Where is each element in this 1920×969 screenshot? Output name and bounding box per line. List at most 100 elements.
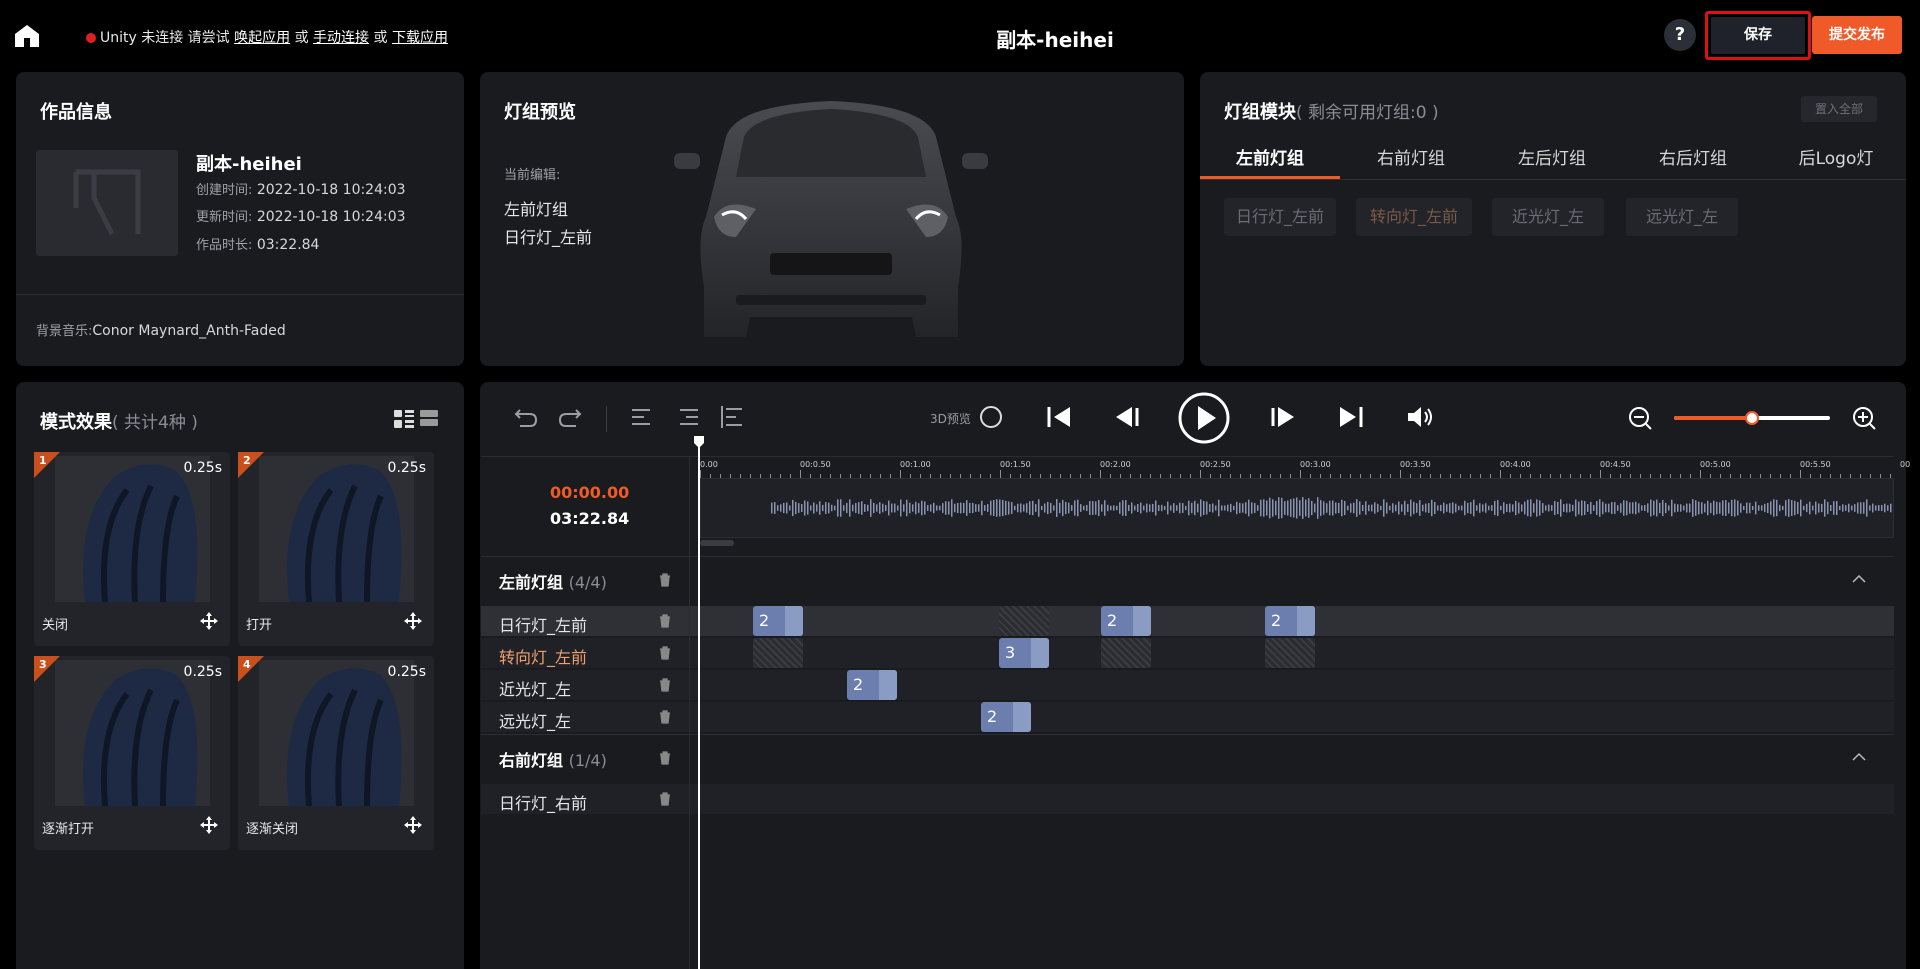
effect-card[interactable]: 4 0.25s 逐渐关闭 — [238, 656, 434, 850]
skip-end-icon[interactable] — [1338, 405, 1364, 429]
trash-icon[interactable] — [659, 646, 671, 660]
chip-high-beam-left[interactable]: 远光灯_左 — [1626, 198, 1738, 236]
trash-icon[interactable] — [659, 792, 671, 806]
effect-card[interactable]: 1 0.25s 关闭 — [34, 452, 230, 646]
waveform-bar — [1452, 502, 1454, 514]
effect-block[interactable]: 3 — [999, 638, 1049, 668]
waveform-bar — [1374, 502, 1376, 514]
volume-icon[interactable] — [1406, 405, 1434, 429]
playhead-handle-icon[interactable] — [694, 436, 704, 448]
waveform-bar — [819, 501, 821, 515]
effect-block[interactable]: 2 — [1101, 606, 1151, 636]
trash-icon[interactable] — [659, 573, 671, 587]
track-row[interactable] — [481, 784, 1894, 814]
created-row: 创建时间: 2022-10-18 10:24:03 — [196, 182, 406, 198]
track-row[interactable] — [481, 606, 1894, 636]
waveform-bar — [1392, 503, 1394, 513]
tab-right-front[interactable]: 右前灯组 — [1341, 144, 1481, 169]
effect-card[interactable]: 2 0.25s 打开 — [238, 452, 434, 646]
zoom-slider-track[interactable] — [1674, 411, 1830, 425]
waveform-bar — [1659, 502, 1661, 514]
chip-low-beam-left[interactable]: 近光灯_左 — [1492, 198, 1604, 236]
waveform-bar — [1665, 502, 1667, 514]
divider — [481, 556, 1894, 557]
waveform-bar — [1653, 500, 1655, 516]
trash-icon[interactable] — [659, 751, 671, 765]
chip-drl-left-front[interactable]: 日行灯_左前 — [1224, 198, 1336, 236]
trash-icon[interactable] — [659, 614, 671, 628]
waveform-bar — [939, 505, 941, 511]
collapse-icon[interactable] — [1852, 752, 1866, 761]
skip-start-icon[interactable] — [1046, 405, 1072, 429]
tab-left-rear[interactable]: 左后灯组 — [1482, 144, 1622, 169]
preview-3d-toggle[interactable] — [980, 406, 1002, 428]
ruler-tick-label: 00:2.00 — [1100, 460, 1131, 469]
zoom-in-icon[interactable] — [1852, 406, 1876, 430]
set-all-button[interactable]: 置入全部 — [1801, 96, 1877, 122]
redo-icon[interactable] — [558, 406, 582, 428]
waveform-bar — [798, 503, 800, 513]
waveform-bar — [849, 499, 851, 517]
move-icon[interactable] — [200, 612, 218, 630]
waveform-bar — [978, 504, 980, 512]
blocked-region — [753, 638, 803, 668]
tab-rear-logo[interactable]: 后Logo灯 — [1766, 144, 1906, 169]
waveform-bar — [993, 499, 995, 517]
track-row[interactable] — [481, 670, 1894, 700]
waveform-bar — [1122, 500, 1124, 516]
playhead[interactable] — [698, 438, 700, 969]
effect-block[interactable]: 2 — [1265, 606, 1315, 636]
waveform-bar — [1701, 502, 1703, 514]
undo-icon[interactable] — [514, 406, 538, 428]
effect-card[interactable]: 3 0.25s 逐渐打开 — [34, 656, 230, 850]
chip-turn-left-front[interactable]: 转向灯_左前 — [1356, 198, 1472, 236]
waveform-bar — [1050, 502, 1052, 514]
move-icon[interactable] — [200, 816, 218, 834]
align-left-icon[interactable] — [632, 408, 652, 426]
waveform-bar — [927, 505, 929, 511]
audio-waveform[interactable] — [700, 478, 1894, 538]
move-icon[interactable] — [404, 612, 422, 630]
grid-view-icon[interactable] — [394, 410, 414, 428]
tab-left-front[interactable]: 左前灯组 — [1200, 144, 1340, 169]
waveform-bar — [1683, 505, 1685, 511]
track-row[interactable] — [481, 638, 1894, 668]
align-right-icon[interactable] — [678, 408, 698, 426]
effect-block[interactable]: 2 — [981, 702, 1031, 732]
help-button[interactable]: ? — [1664, 19, 1696, 51]
timeline-scrollbar[interactable] — [700, 540, 734, 546]
publish-button[interactable]: 提交发布 — [1812, 16, 1902, 54]
work-name: 副本-heihei — [196, 154, 302, 175]
collapse-icon[interactable] — [1852, 574, 1866, 583]
step-forward-icon[interactable] — [1270, 405, 1296, 429]
zoom-out-icon[interactable] — [1628, 406, 1652, 430]
zoom-slider-handle[interactable] — [1745, 411, 1759, 425]
move-icon[interactable] — [404, 816, 422, 834]
waveform-bar — [1629, 502, 1631, 514]
panel-title: 灯组预览 — [504, 102, 576, 123]
effect-block[interactable]: 2 — [847, 670, 897, 700]
effect-block[interactable]: 2 — [753, 606, 803, 636]
waveform-bar — [1731, 499, 1733, 517]
save-button[interactable]: 保存 — [1711, 17, 1805, 54]
play-icon[interactable] — [1178, 392, 1230, 444]
trash-icon[interactable] — [659, 710, 671, 724]
step-back-icon[interactable] — [1114, 405, 1140, 429]
ruler-tick — [1700, 470, 1701, 478]
waveform-bar — [999, 499, 1001, 517]
align-distribute-icon[interactable] — [720, 406, 742, 428]
ruler-tick — [900, 470, 901, 478]
waveform-bar — [1401, 504, 1403, 512]
waveform-bar — [1710, 502, 1712, 514]
work-thumbnail — [36, 150, 178, 256]
tab-right-rear[interactable]: 右后灯组 — [1623, 144, 1763, 169]
list-view-icon[interactable] — [420, 410, 438, 426]
waveform-bar — [1491, 505, 1493, 511]
waveform-bar — [810, 505, 812, 511]
track-row[interactable] — [481, 702, 1894, 732]
time-ruler[interactable]: 0.00 00:0.50 00:1.00 00:1.50 00:2.00 00:2.50 0… — [700, 456, 1910, 478]
waveform-bar — [1758, 505, 1760, 511]
waveform-bar — [1617, 505, 1619, 511]
waveform-bar — [1284, 501, 1286, 515]
trash-icon[interactable] — [659, 678, 671, 692]
